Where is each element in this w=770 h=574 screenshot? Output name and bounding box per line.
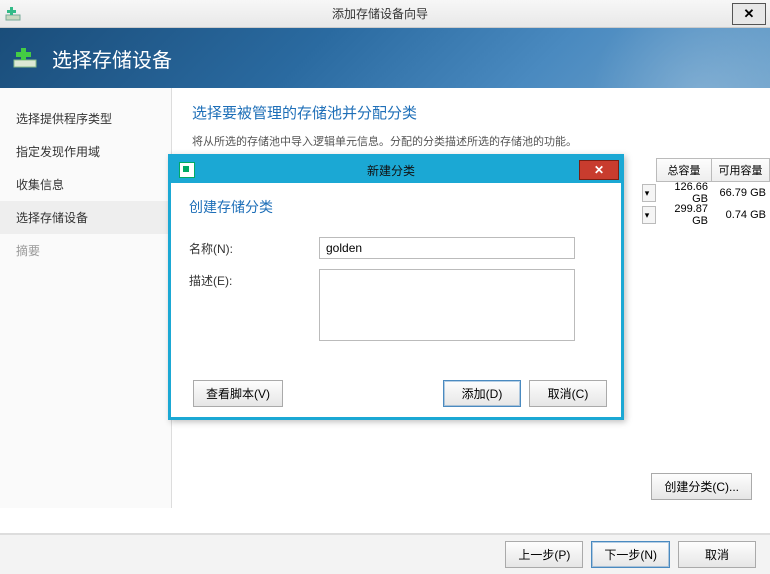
description-label: 描述(E): — [189, 269, 319, 341]
dialog-body: 创建存储分类 名称(N): 描述(E): — [171, 183, 621, 365]
dialog-title: 新建分类 — [203, 162, 579, 179]
next-button[interactable]: 下一步(N) — [591, 541, 670, 568]
sidebar-item-select-storage[interactable]: 选择存储设备 — [0, 201, 171, 234]
wizard-icon — [4, 5, 22, 23]
content-blurb: 将从所选的存储池中导入逻辑单元信息。分配的分类描述所选的存储池的功能。 — [192, 133, 752, 149]
window-close-button[interactable]: ✕ — [732, 3, 766, 25]
banner-icon — [12, 46, 40, 70]
dialog-icon — [179, 162, 195, 178]
storage-table-header: 总容量 可用容量 — [656, 158, 770, 182]
cell-total: 126.66 GB — [656, 181, 712, 205]
window-titlebar: 添加存储设备向导 ✕ — [0, 0, 770, 28]
cancel-button[interactable]: 取消 — [678, 541, 756, 568]
new-category-dialog: 新建分类 ✕ 创建存储分类 名称(N): 描述(E): 查看脚本(V) 添加(D… — [168, 154, 624, 420]
name-label: 名称(N): — [189, 237, 319, 259]
content-heading: 选择要被管理的存储池并分配分类 — [192, 102, 752, 123]
window-title: 添加存储设备向导 — [28, 5, 732, 22]
view-script-button[interactable]: 查看脚本(V) — [193, 380, 283, 407]
wizard-footer: 上一步(P) 下一步(N) 取消 — [0, 534, 770, 574]
col-free-capacity[interactable]: 可用容量 — [712, 158, 770, 182]
cell-free: 0.74 GB — [712, 209, 770, 221]
table-row[interactable]: ▾ 126.66 GB 66.79 GB — [642, 182, 770, 204]
sidebar-item-provider-type[interactable]: 选择提供程序类型 — [0, 102, 171, 135]
prev-button[interactable]: 上一步(P) — [505, 541, 583, 568]
cell-free: 66.79 GB — [712, 187, 770, 199]
dialog-footer: 查看脚本(V) 添加(D) 取消(C) — [171, 380, 621, 407]
create-category-button[interactable]: 创建分类(C)... — [651, 473, 752, 500]
dialog-close-button[interactable]: ✕ — [579, 160, 619, 180]
storage-table-body: ▾ 126.66 GB 66.79 GB ▾ 299.87 GB 0.74 GB — [642, 182, 770, 226]
dialog-heading: 创建存储分类 — [189, 197, 603, 217]
sidebar-item-gather-info[interactable]: 收集信息 — [0, 168, 171, 201]
description-input[interactable] — [319, 269, 575, 341]
dialog-cancel-button[interactable]: 取消(C) — [529, 380, 607, 407]
add-button[interactable]: 添加(D) — [443, 380, 521, 407]
sidebar-item-summary[interactable]: 摘要 — [0, 234, 171, 267]
table-row[interactable]: ▾ 299.87 GB 0.74 GB — [642, 204, 770, 226]
sidebar-item-discovery-scope[interactable]: 指定发现作用域 — [0, 135, 171, 168]
wizard-banner: 选择存储设备 — [0, 28, 770, 88]
name-input[interactable] — [319, 237, 575, 259]
banner-title: 选择存储设备 — [52, 44, 172, 73]
cell-total: 299.87 GB — [656, 203, 712, 227]
dropdown-chevron-icon[interactable]: ▾ — [642, 184, 656, 202]
wizard-sidebar: 选择提供程序类型 指定发现作用域 收集信息 选择存储设备 摘要 — [0, 88, 172, 508]
col-total-capacity[interactable]: 总容量 — [656, 158, 712, 182]
dialog-titlebar: 新建分类 ✕ — [171, 157, 621, 183]
dropdown-chevron-icon[interactable]: ▾ — [642, 206, 656, 224]
create-category-container: 创建分类(C)... — [651, 473, 752, 500]
